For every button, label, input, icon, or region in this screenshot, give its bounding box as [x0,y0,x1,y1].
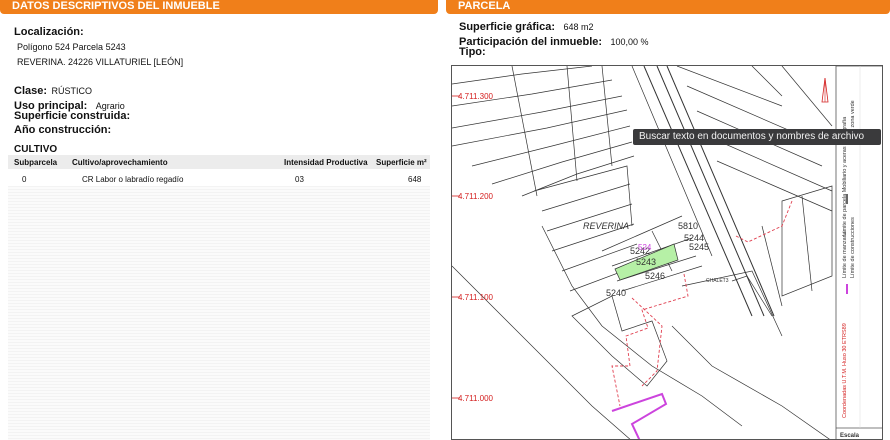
legend-parcel-limit: Límite de parcela Mobiliario y aceras [842,146,848,236]
map-legend: Hidrografía Límite zona verde Límite de … [835,66,882,439]
cadastral-map-drawing: 4.711.300 4.711.200 4.711.100 4.711.000 … [452,66,882,439]
crop-table-header: Subparcela Cultivo/aprovechamiento Inten… [8,155,430,169]
column-header-crop: Cultivo/aprovechamiento [72,158,168,167]
y-coord-label: 4.711.100 [458,293,494,302]
type-label: Tipo: [459,46,486,58]
column-header-intensity: Intensidad Productiva [284,158,368,167]
graphic-area-value: 648 m2 [563,22,594,32]
north-arrow-icon [821,77,829,103]
scale-label: Escala [840,433,860,439]
built-area-label: Superficie construida: [14,110,131,122]
table-row: 0 CR Labor o labradío regadío 03 648 [8,172,430,186]
parcel-number-label: 5243 [636,257,656,267]
legend-coordinates: Coordenadas U.T.M. Huso 30 ETRS89 [842,323,848,418]
parcel-header: PARCELA [446,0,890,14]
column-header-area: Superficie m² [376,158,427,167]
legend-block-limit: Límite de manzana [842,230,848,278]
descriptive-data-header: DATOS DESCRIPTIVOS DEL INMUEBLE [0,0,438,14]
cell-crop: CR Labor o labradío regadío [82,175,184,184]
overlay-number-label: 524 [638,243,652,252]
parcel-number-label: 5245 [689,242,709,252]
cell-area: 648 [408,175,422,184]
cell-intensity: 03 [295,175,304,184]
column-header-subparcel: Subparcela [14,158,58,167]
address-line-2: REVERINA. 24226 VILLATURIEL [LEÓN] [17,57,184,67]
participation-row: Participación del inmueble: 100,00 % [459,32,649,50]
parcel-number-label: 5240 [606,288,626,298]
y-coord-label: 4.711.300 [458,92,494,101]
parcel-number-label: 5810 [678,221,698,231]
construction-year-label: Año construcción: [14,124,112,136]
crop-section-title: CULTIVO [14,144,58,155]
y-coord-label: 4.711.200 [458,192,494,201]
cadastral-map[interactable]: 4.711.300 4.711.200 4.711.100 4.711.000 … [451,65,883,440]
class-value: RÚSTICO [51,86,92,96]
table-empty-area [8,186,430,440]
place-name-label: REVERINA [583,221,629,231]
chalet-label: CHALET3 [706,278,729,284]
search-tooltip: Buscar texto en documentos y nombres de … [633,129,881,145]
address-line-1: Polígono 524 Parcela 5243 [17,42,126,52]
cell-subparcel: 0 [22,175,27,184]
y-coord-label: 4.711.000 [458,394,494,403]
parcel-number-label: 5246 [645,271,665,281]
location-label: Localización: [14,26,84,38]
participation-value: 100,00 % [610,37,649,47]
legend-building-limit: Límite de construcciones [850,217,856,278]
